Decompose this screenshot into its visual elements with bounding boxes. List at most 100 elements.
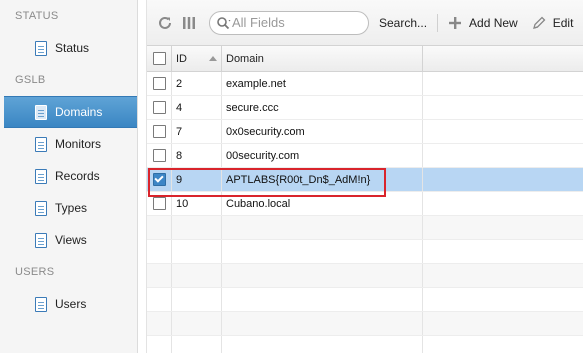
sidebar-item-label: Types	[55, 201, 88, 215]
empty-row	[147, 216, 583, 240]
column-header-id[interactable]: ID	[172, 46, 222, 71]
document-icon	[35, 104, 47, 120]
document-icon	[35, 232, 47, 248]
table-row[interactable]: 2 example.net	[147, 72, 583, 96]
document-icon	[35, 168, 47, 184]
cell-id: 2	[172, 72, 222, 95]
sidebar-item-status[interactable]: Status	[0, 32, 137, 64]
sidebar-item-label: Status	[55, 41, 90, 55]
cell-id: 8	[172, 144, 222, 167]
empty-row	[147, 312, 583, 336]
cell-domain: 00security.com	[222, 144, 423, 167]
cell-filler	[423, 168, 583, 191]
cell-filler	[423, 192, 583, 215]
edit-button[interactable]: Edit	[532, 15, 574, 30]
cell-filler	[423, 96, 583, 119]
cell-filler	[423, 72, 583, 95]
empty-row	[147, 336, 583, 353]
sidebar-item-label: Users	[55, 297, 87, 311]
row-checkbox[interactable]	[152, 101, 166, 114]
cell-id: 10	[172, 192, 222, 215]
sidebar-item-monitors[interactable]: Monitors	[0, 128, 137, 160]
row-check-cell	[147, 72, 172, 95]
search-button[interactable]: Search...	[379, 16, 427, 30]
empty-cell	[172, 240, 222, 263]
document-icon	[35, 136, 47, 152]
search-input[interactable]	[232, 15, 352, 30]
row-checkbox[interactable]	[152, 197, 166, 210]
column-header-label: ID	[176, 52, 187, 65]
refresh-icon[interactable]	[157, 15, 173, 31]
grid-body: 2 example.net 4 secure.ccc 7 0x0security…	[147, 72, 583, 353]
empty-cell	[147, 288, 172, 311]
empty-cell	[147, 336, 172, 353]
row-check-cell	[147, 120, 172, 143]
row-checkbox-checked[interactable]	[152, 173, 166, 186]
sidebar-item-records[interactable]: Records	[0, 160, 137, 192]
search-box[interactable]	[209, 10, 369, 35]
pencil-icon	[532, 16, 546, 30]
document-icon	[35, 200, 47, 216]
row-checkbox[interactable]	[152, 77, 166, 90]
sidebar-item-label: Monitors	[55, 137, 102, 151]
columns-icon[interactable]	[181, 15, 197, 31]
empty-cell	[222, 288, 423, 311]
sidebar-item-users[interactable]: Users	[0, 288, 137, 320]
select-all-cell	[147, 46, 172, 71]
section-header-status: STATUS	[15, 10, 59, 22]
main-panel: Search... Add New Edit ID Domain	[146, 0, 583, 353]
row-checkbox[interactable]	[152, 125, 166, 138]
empty-cell	[423, 312, 583, 335]
empty-cell	[172, 288, 222, 311]
sidebar: STATUS Status GSLB Domains Monitors Reco…	[0, 0, 138, 353]
empty-cell	[172, 312, 222, 335]
empty-cell	[423, 288, 583, 311]
sidebar-item-label: Views	[55, 233, 87, 247]
table-row[interactable]: 7 0x0security.com	[147, 120, 583, 144]
select-all-checkbox[interactable]	[152, 52, 166, 65]
cell-id: 9	[172, 168, 222, 191]
section-header-gslb: GSLB	[15, 74, 46, 86]
sidebar-item-views[interactable]: Views	[0, 224, 137, 256]
empty-cell	[147, 240, 172, 263]
grid-header: ID Domain	[147, 46, 583, 72]
row-check-cell	[147, 96, 172, 119]
empty-cell	[423, 264, 583, 287]
document-icon	[35, 296, 47, 312]
table-row[interactable]: 8 00security.com	[147, 144, 583, 168]
cell-domain: Cubano.local	[222, 192, 423, 215]
empty-cell	[147, 312, 172, 335]
row-checkbox[interactable]	[152, 149, 166, 162]
empty-cell	[423, 336, 583, 353]
column-header-domain[interactable]: Domain	[222, 46, 423, 71]
add-new-button[interactable]: Add New	[448, 16, 518, 30]
cell-domain: secure.ccc	[222, 96, 423, 119]
empty-cell	[222, 216, 423, 239]
table-row[interactable]: 4 secure.ccc	[147, 96, 583, 120]
empty-cell	[172, 336, 222, 353]
row-check-cell	[147, 144, 172, 167]
cell-domain: 0x0security.com	[222, 120, 423, 143]
table-row[interactable]: 10 Cubano.local	[147, 192, 583, 216]
empty-cell	[147, 264, 172, 287]
section-header-users: USERS	[15, 266, 55, 278]
empty-cell	[147, 216, 172, 239]
empty-cell	[423, 240, 583, 263]
row-check-cell	[147, 168, 172, 191]
sidebar-item-label: Domains	[55, 105, 103, 119]
empty-cell	[222, 336, 423, 353]
sidebar-item-domains[interactable]: Domains	[4, 96, 137, 128]
table-row-selected[interactable]: 9 APTLABS{R00t_Dn$_AdM!n}	[147, 168, 583, 192]
sidebar-item-types[interactable]: Types	[0, 192, 137, 224]
cell-id: 7	[172, 120, 222, 143]
cell-filler	[423, 144, 583, 167]
sort-ascending-icon	[209, 56, 217, 61]
empty-row	[147, 240, 583, 264]
edit-label: Edit	[552, 15, 574, 30]
empty-cell	[222, 312, 423, 335]
column-header-label: Domain	[226, 52, 264, 65]
search-icon	[217, 16, 231, 29]
cell-domain: example.net	[222, 72, 423, 95]
toolbar-divider	[437, 13, 439, 32]
empty-cell	[172, 216, 222, 239]
